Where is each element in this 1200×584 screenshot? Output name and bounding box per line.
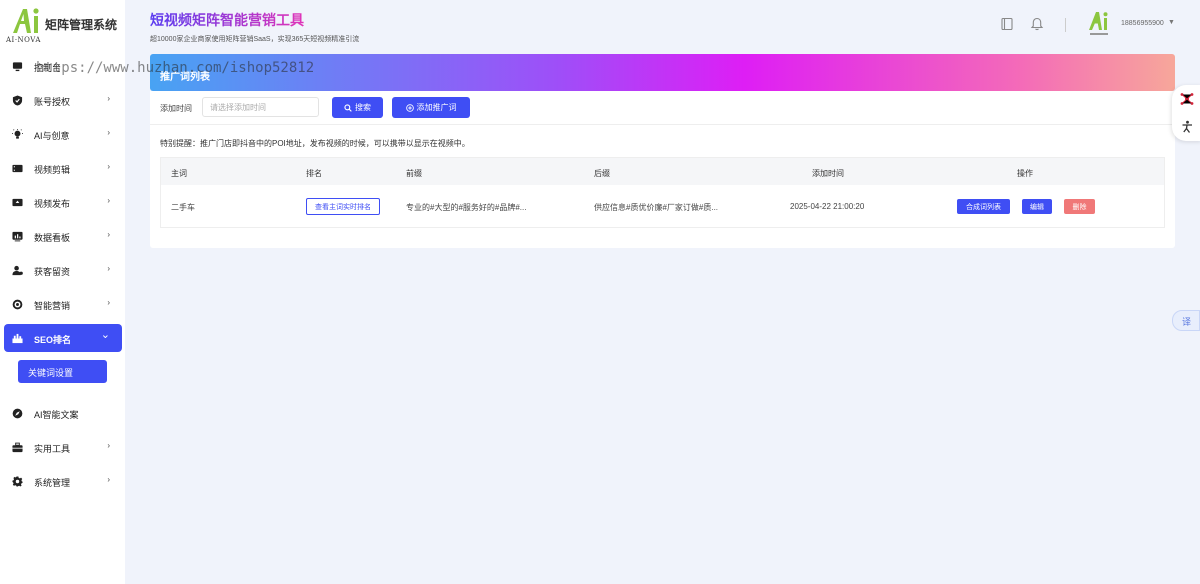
ranking-icon [12, 333, 23, 344]
sidebar-item-label: 数据看板 [34, 233, 71, 243]
floating-toolbar [1172, 85, 1200, 141]
chevron-right-icon: › [107, 94, 110, 103]
avatar[interactable] [1087, 10, 1113, 38]
network-icon[interactable] [1180, 92, 1194, 106]
date-filter-input[interactable] [202, 97, 319, 117]
users-icon [12, 265, 23, 276]
app-name: 矩阵管理系统 [45, 18, 118, 32]
submenu-item-keyword-settings[interactable]: 关键词设置 [18, 360, 107, 383]
suffix-cell: 供应信息#质优价廉#厂家订做#质... [594, 203, 719, 212]
column-header: 主词 [171, 169, 187, 178]
film-icon [12, 164, 23, 173]
sidebar-item-smart-marketing[interactable]: 智能营销 › [4, 290, 122, 318]
sidebar-item-label: 实用工具 [34, 444, 71, 454]
monitor-icon [12, 62, 23, 72]
list-banner: 推广词列表 [150, 54, 1175, 91]
keyword-table: 主词 排名 前缀 后缀 添加时间 操作 二手车 查看主词实时排名 专业的#大型的… [160, 157, 1165, 228]
compass-icon [12, 408, 23, 419]
chevron-right-icon: › [107, 230, 110, 239]
column-header: 前缀 [406, 169, 422, 178]
sidebar-item-label: AI智能文案 [34, 410, 79, 420]
added-time-cell: 2025-04-22 21:00:20 [790, 202, 865, 211]
user-phone[interactable]: 18856955900 [1121, 20, 1164, 27]
accessibility-icon[interactable] [1180, 120, 1194, 134]
sidebar-item-ai-copywriting[interactable]: AI智能文案 [4, 399, 122, 427]
filter-bar: 添加时间 搜索 添加推广词 [150, 91, 1175, 125]
sidebar-item-tools[interactable]: 实用工具 › [4, 433, 122, 461]
logo-mark-icon [13, 8, 39, 33]
logo[interactable]: AI·NOVA 矩阵管理系统 [6, 6, 121, 44]
upload-video-icon [12, 198, 23, 207]
bell-icon[interactable] [1030, 17, 1044, 31]
plus-circle-icon [405, 103, 414, 112]
sidebar: AI·NOVA 矩阵管理系统 控制台 账号授权 › AI与创意 › 视频剪辑 › [0, 0, 125, 584]
toolbox-icon [12, 442, 23, 453]
lightbulb-icon [12, 129, 23, 139]
chevron-right-icon: › [107, 162, 110, 171]
banner-title: 推广词列表 [160, 72, 210, 83]
notice-text: 特别提醒：推广门店即抖音中的POI地址，发布视频的时候，可以携带以显示在视频中。 [160, 139, 470, 148]
sidebar-item-label: 获客留资 [34, 267, 71, 277]
column-header: 添加时间 [812, 169, 844, 178]
caret-down-icon[interactable]: ▼ [1168, 19, 1175, 26]
add-keyword-button[interactable]: 添加推广词 [392, 97, 470, 118]
chevron-right-icon: › [107, 475, 110, 484]
sidebar-item-label: 账号授权 [34, 97, 71, 107]
main-word-cell: 二手车 [171, 203, 195, 212]
header-divider [1065, 18, 1066, 32]
gear-icon [12, 476, 23, 487]
table-header: 主词 排名 前缀 后缀 添加时间 操作 [161, 158, 1164, 185]
sidebar-item-lead-capture[interactable]: 获客留资 › [4, 256, 122, 284]
edit-button[interactable]: 编辑 [1022, 199, 1052, 214]
filter-label: 添加时间 [160, 104, 192, 113]
page-title: 短视频矩阵智能营销工具 [150, 12, 304, 28]
sidebar-item-label: 系统管理 [34, 478, 71, 488]
sidebar-item-video-edit[interactable]: 视频剪辑 › [4, 154, 122, 182]
sidebar-item-label: SEO排名 [34, 335, 72, 345]
chevron-right-icon: › [107, 264, 110, 273]
target-icon [12, 299, 23, 310]
search-button[interactable]: 搜索 [332, 97, 383, 118]
page-subtitle: 超10000家企业商家使用矩阵营销SaaS，实现365天短视频精准引流 [150, 36, 360, 43]
sidebar-item-label: 智能营销 [34, 301, 71, 311]
add-keyword-button-label: 添加推广词 [416, 103, 457, 112]
search-button-label: 搜索 [355, 103, 371, 112]
shield-icon [12, 95, 23, 106]
delete-button[interactable]: 删除 [1064, 199, 1095, 214]
header: 短视频矩阵智能营销工具 超10000家企业商家使用矩阵营销SaaS，实现365天… [125, 0, 1200, 50]
compose-word-list-button[interactable]: 合成词列表 [957, 199, 1010, 214]
sidebar-item-system-admin[interactable]: 系统管理 › [4, 467, 122, 495]
search-icon [344, 103, 352, 112]
view-realtime-rank-button[interactable]: 查看主词实时排名 [306, 198, 380, 215]
sidebar-item-ai-creative[interactable]: AI与创意 › [4, 120, 122, 148]
content-card: 特别提醒：推广门店即抖音中的POI地址，发布视频的时候，可以携带以显示在视频中。… [150, 125, 1175, 248]
sidebar-item-label: 视频剪辑 [34, 165, 71, 175]
sidebar-item-label: 视频发布 [34, 199, 71, 209]
sidebar-item-data-board[interactable]: 数据看板 › [4, 222, 122, 250]
chevron-down-icon: ⌄ [100, 329, 110, 341]
table-row: 二手车 查看主词实时排名 专业的#大型的#服务好的#品牌#... 供应信息#质优… [161, 185, 1164, 229]
chevron-right-icon: › [107, 298, 110, 307]
chevron-right-icon: › [107, 196, 110, 205]
book-icon[interactable] [1000, 17, 1014, 31]
chevron-right-icon: › [107, 128, 110, 137]
logo-subtext: AI·NOVA [6, 36, 41, 44]
sidebar-item-video-publish[interactable]: 视频发布 › [4, 188, 122, 216]
chart-board-icon [12, 231, 23, 242]
column-header: 排名 [306, 169, 322, 178]
sidebar-item-account-auth[interactable]: 账号授权 › [4, 86, 122, 114]
sidebar-item-label: 控制台 [34, 63, 62, 73]
translate-button[interactable]: 译 [1172, 310, 1200, 331]
sidebar-item-dashboard[interactable]: 控制台 [4, 52, 122, 80]
sidebar-item-seo-ranking[interactable]: SEO排名 ⌄ [4, 324, 122, 352]
column-header: 后缀 [594, 169, 610, 178]
chevron-right-icon: › [107, 441, 110, 450]
prefix-cell: 专业的#大型的#服务好的#品牌#... [406, 203, 527, 212]
column-header: 操作 [1017, 169, 1033, 178]
sidebar-item-label: AI与创意 [34, 131, 70, 141]
